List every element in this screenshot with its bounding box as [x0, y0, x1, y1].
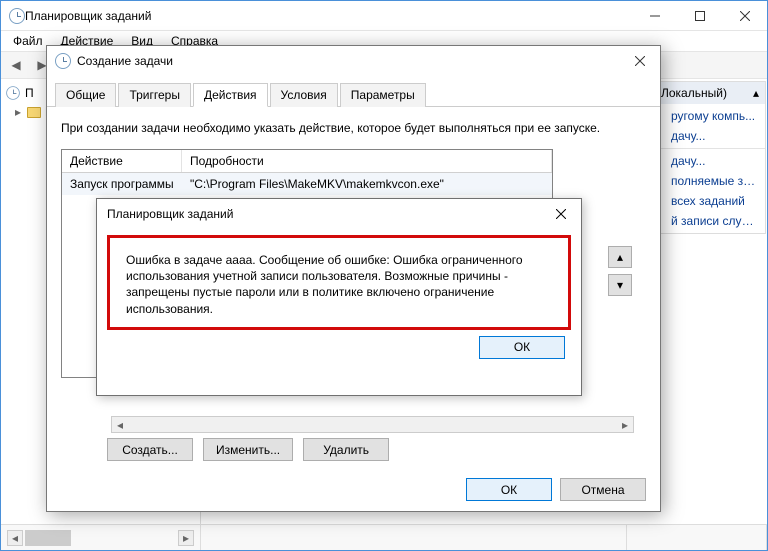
scroll-left-icon[interactable]: ◂: [112, 417, 128, 432]
actions-pane: (Локальный) ▴ ругому компь... дачу... да…: [650, 81, 766, 234]
error-title: Планировщик заданий: [107, 207, 547, 221]
table-row[interactable]: Запуск программы "C:\Program Files\MakeM…: [62, 173, 552, 195]
clock-icon: [55, 53, 71, 69]
action-item[interactable]: й записи служ...: [651, 211, 765, 231]
menu-file[interactable]: Файл: [5, 32, 51, 50]
actions-pane-title: (Локальный): [657, 86, 727, 100]
tree-root-label: П: [25, 86, 34, 100]
action-item[interactable]: полняемые за...: [651, 171, 765, 191]
col-details[interactable]: Подробности: [182, 150, 552, 172]
main-titlebar[interactable]: Планировщик заданий: [1, 1, 767, 31]
dialog-title: Создание задачи: [77, 54, 620, 68]
dialog-titlebar[interactable]: Создание задачи: [47, 46, 660, 76]
delete-button[interactable]: Удалить: [303, 438, 389, 461]
action-item[interactable]: дачу...: [651, 151, 765, 171]
error-body: Ошибка в задаче аааа. Сообщение об ошибк…: [107, 235, 571, 330]
reorder-buttons: ▴ ▾: [608, 246, 632, 296]
folder-icon: [27, 107, 41, 118]
collapse-icon[interactable]: ▴: [753, 86, 759, 100]
tabs: Общие Триггеры Действия Условия Параметр…: [47, 76, 660, 107]
tab-settings[interactable]: Параметры: [340, 83, 426, 107]
statusbar: ◂ ▸: [1, 524, 767, 550]
cancel-button[interactable]: Отмена: [560, 478, 646, 501]
error-ok-button[interactable]: ОК: [479, 336, 565, 359]
scroll-right-icon[interactable]: ▸: [178, 530, 194, 546]
status-cell: [627, 525, 767, 550]
edit-button[interactable]: Изменить...: [203, 438, 293, 461]
status-cell: [201, 525, 627, 550]
tab-general[interactable]: Общие: [55, 83, 116, 107]
tab-actions[interactable]: Действия: [193, 83, 268, 107]
action-item[interactable]: всех заданий: [651, 191, 765, 211]
move-down-button[interactable]: ▾: [608, 274, 632, 296]
clock-icon: [6, 86, 20, 100]
action-item[interactable]: ругому компь...: [651, 106, 765, 126]
expand-icon[interactable]: ▸: [13, 105, 23, 119]
move-up-button[interactable]: ▴: [608, 246, 632, 268]
scroll-thumb[interactable]: [25, 530, 71, 546]
close-button[interactable]: [722, 1, 767, 30]
action-item[interactable]: дачу...: [651, 126, 765, 146]
scroll-right-icon[interactable]: ▸: [617, 417, 633, 432]
status-scroll[interactable]: ◂ ▸: [1, 525, 201, 550]
cell-details: "C:\Program Files\MakeMKV\makemkvcon.exe…: [182, 173, 552, 195]
hint-text: При создании задачи необходимо указать д…: [61, 121, 646, 135]
scroll-left-icon[interactable]: ◂: [7, 530, 23, 546]
tab-triggers[interactable]: Триггеры: [118, 83, 191, 107]
error-dialog: Планировщик заданий Ошибка в задаче аааа…: [96, 198, 582, 396]
error-message: Ошибка в задаче аааа. Сообщение об ошибк…: [126, 252, 552, 317]
error-titlebar[interactable]: Планировщик заданий: [97, 199, 581, 229]
col-action[interactable]: Действие: [62, 150, 182, 172]
ok-button[interactable]: ОК: [466, 478, 552, 501]
dialog-close-button[interactable]: [620, 47, 660, 75]
create-button[interactable]: Создать...: [107, 438, 193, 461]
nav-back-button[interactable]: ◀: [5, 54, 27, 76]
actions-pane-header: (Локальный) ▴: [651, 82, 765, 104]
maximize-button[interactable]: [677, 1, 722, 30]
minimize-button[interactable]: [632, 1, 677, 30]
grid-hscroll[interactable]: ◂ ▸: [111, 416, 634, 433]
tab-conditions[interactable]: Условия: [270, 83, 338, 107]
main-window-title: Планировщик заданий: [25, 9, 632, 23]
cell-action: Запуск программы: [62, 173, 182, 195]
error-close-button[interactable]: [547, 203, 575, 225]
clock-icon: [9, 8, 25, 24]
